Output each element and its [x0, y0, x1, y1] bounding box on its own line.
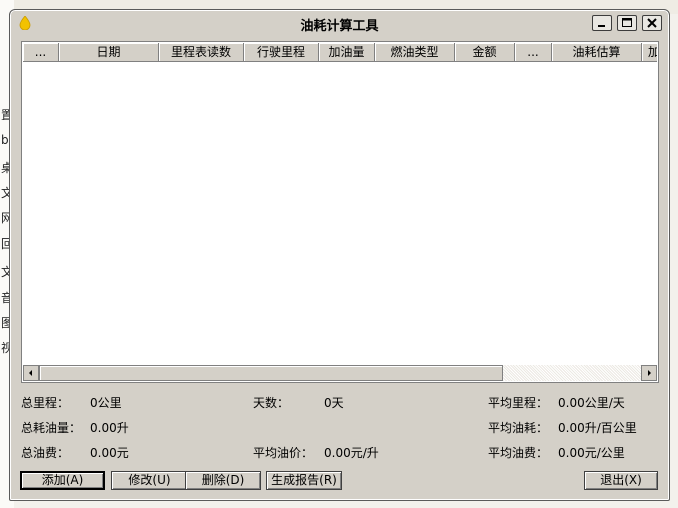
scroll-track[interactable]: [503, 365, 641, 381]
minimize-icon: [598, 25, 605, 27]
generate-report-button[interactable]: 生成报告(R): [266, 471, 342, 490]
column-header-odometer[interactable]: 里程表读数: [159, 43, 244, 61]
days-value: 0天: [324, 396, 344, 410]
maximize-button[interactable]: [617, 15, 637, 31]
title-bar[interactable]: 油耗计算工具: [11, 11, 668, 35]
total-mileage-label: 总里程：: [21, 396, 70, 410]
total-fuel-label: 总耗油量：: [21, 421, 82, 435]
scroll-left-button[interactable]: [23, 365, 39, 381]
column-header-fuel-type[interactable]: 燃油类型: [375, 43, 455, 61]
close-icon: [647, 18, 657, 28]
avg-price-label: 平均油价：: [253, 446, 314, 460]
modify-button[interactable]: 修改(U): [111, 471, 188, 490]
scroll-thumb[interactable]: [39, 365, 503, 381]
column-header-consumption-estimate[interactable]: 油耗估算: [552, 43, 642, 61]
minimize-button[interactable]: [592, 15, 612, 31]
avg-mileage-value: 0.00公里/天: [558, 396, 625, 410]
delete-button[interactable]: 删除(D): [185, 471, 261, 490]
column-header-fuel-amount[interactable]: 加油量: [319, 43, 375, 61]
add-button[interactable]: 添加(A): [20, 471, 105, 490]
avg-consumption-value: 0.00升/百公里: [558, 421, 637, 435]
total-fuel-value: 0.00升: [90, 421, 129, 435]
column-header-truncated[interactable]: 加: [642, 43, 657, 61]
scroll-right-button[interactable]: [641, 365, 657, 381]
total-cost-value: 0.00元: [90, 446, 129, 460]
column-header-date[interactable]: 日期: [59, 43, 159, 61]
list-header: ... 日期 里程表读数 行驶里程 加油量 燃油类型 金额 ... 油耗估算 加: [23, 43, 657, 62]
triangle-left-icon: [29, 370, 32, 376]
column-header-more[interactable]: ...: [23, 43, 59, 61]
days-label: 天数：: [253, 396, 290, 410]
avg-mileage-label: 平均里程：: [488, 396, 549, 410]
close-button[interactable]: [642, 15, 662, 31]
column-header-amount[interactable]: 金额: [455, 43, 515, 61]
exit-button[interactable]: 退出(X): [584, 471, 658, 490]
fuel-calculator-dialog: 油耗计算工具 ... 日期 里程表读数 行驶里程 加油量 燃油类型 金额 ...…: [9, 9, 670, 501]
horizontal-scrollbar[interactable]: [23, 365, 657, 381]
column-header-more-2[interactable]: ...: [515, 43, 552, 61]
maximize-icon: [622, 18, 632, 27]
records-list[interactable]: ... 日期 里程表读数 行驶里程 加油量 燃油类型 金额 ... 油耗估算 加: [21, 41, 659, 383]
total-cost-label: 总油费：: [21, 446, 70, 460]
avg-cost-value: 0.00元/公里: [558, 446, 625, 460]
background-glyph: b: [1, 133, 9, 147]
column-header-distance[interactable]: 行驶里程: [244, 43, 319, 61]
avg-price-value: 0.00元/升: [324, 446, 379, 460]
avg-cost-label: 平均油费：: [488, 446, 549, 460]
window-title: 油耗计算工具: [300, 19, 379, 34]
total-mileage-value: 0公里: [90, 396, 122, 410]
avg-consumption-label: 平均油耗：: [488, 421, 549, 435]
triangle-right-icon: [648, 370, 651, 376]
